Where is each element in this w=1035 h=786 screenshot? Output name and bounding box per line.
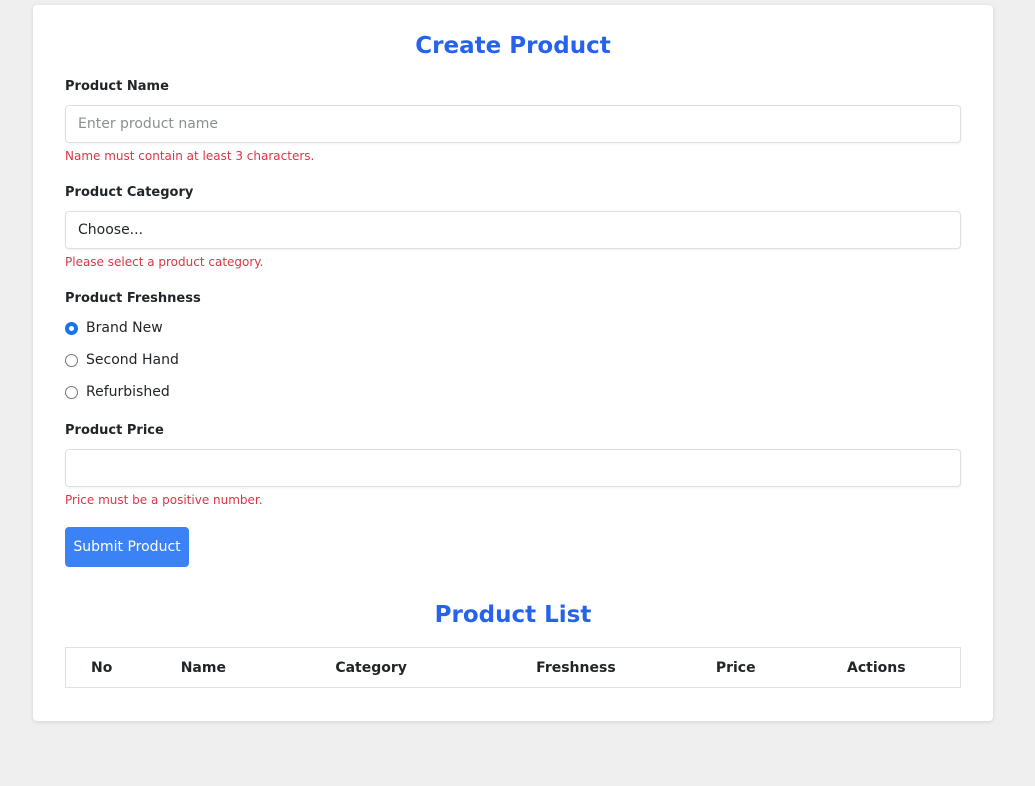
product-category-error: Please select a product category.	[65, 255, 264, 269]
freshness-option-refurbished[interactable]: Refurbished	[65, 384, 170, 400]
category-selected-value: Choose...	[78, 222, 144, 238]
product-category-select[interactable]: Choose...	[65, 211, 961, 249]
create-product-title: Create Product	[415, 33, 611, 59]
table-header-row: No Name Category Freshness Price Actions	[66, 648, 961, 688]
product-table: No Name Category Freshness Price Actions	[65, 647, 961, 689]
radio-brand-new[interactable]	[65, 321, 78, 335]
radio-refurbished[interactable]	[65, 385, 78, 399]
product-category-label: Product Category	[65, 185, 194, 200]
product-name-error: Name must contain at least 3 characters.	[65, 149, 315, 163]
product-freshness-label: Product Freshness	[65, 291, 201, 306]
product-price-error: Price must be a positive number.	[65, 493, 263, 507]
column-header-freshness: Freshness	[536, 659, 616, 676]
freshness-option-second-hand[interactable]: Second Hand	[65, 352, 179, 368]
freshness-option-label: Refurbished	[86, 384, 170, 400]
submit-product-button[interactable]: Submit Product	[65, 527, 189, 567]
column-header-category: Category	[335, 659, 407, 676]
column-header-name: Name	[180, 659, 226, 676]
radio-second-hand[interactable]	[65, 353, 78, 367]
product-table-body	[66, 688, 961, 689]
product-price-input[interactable]	[65, 449, 961, 487]
product-list-title: Product List	[434, 602, 592, 628]
product-name-input[interactable]	[65, 105, 961, 143]
freshness-option-label: Brand New	[86, 320, 163, 336]
column-header-actions: Actions	[847, 659, 906, 676]
column-header-price: Price	[715, 659, 756, 676]
freshness-option-brand-new[interactable]: Brand New	[65, 320, 163, 336]
column-header-no: No	[91, 659, 113, 676]
product-form-card: Create Product Product Name Name must co…	[33, 5, 993, 721]
freshness-option-label: Second Hand	[86, 352, 179, 368]
product-name-label: Product Name	[65, 79, 169, 94]
product-price-label: Product Price	[65, 423, 164, 438]
